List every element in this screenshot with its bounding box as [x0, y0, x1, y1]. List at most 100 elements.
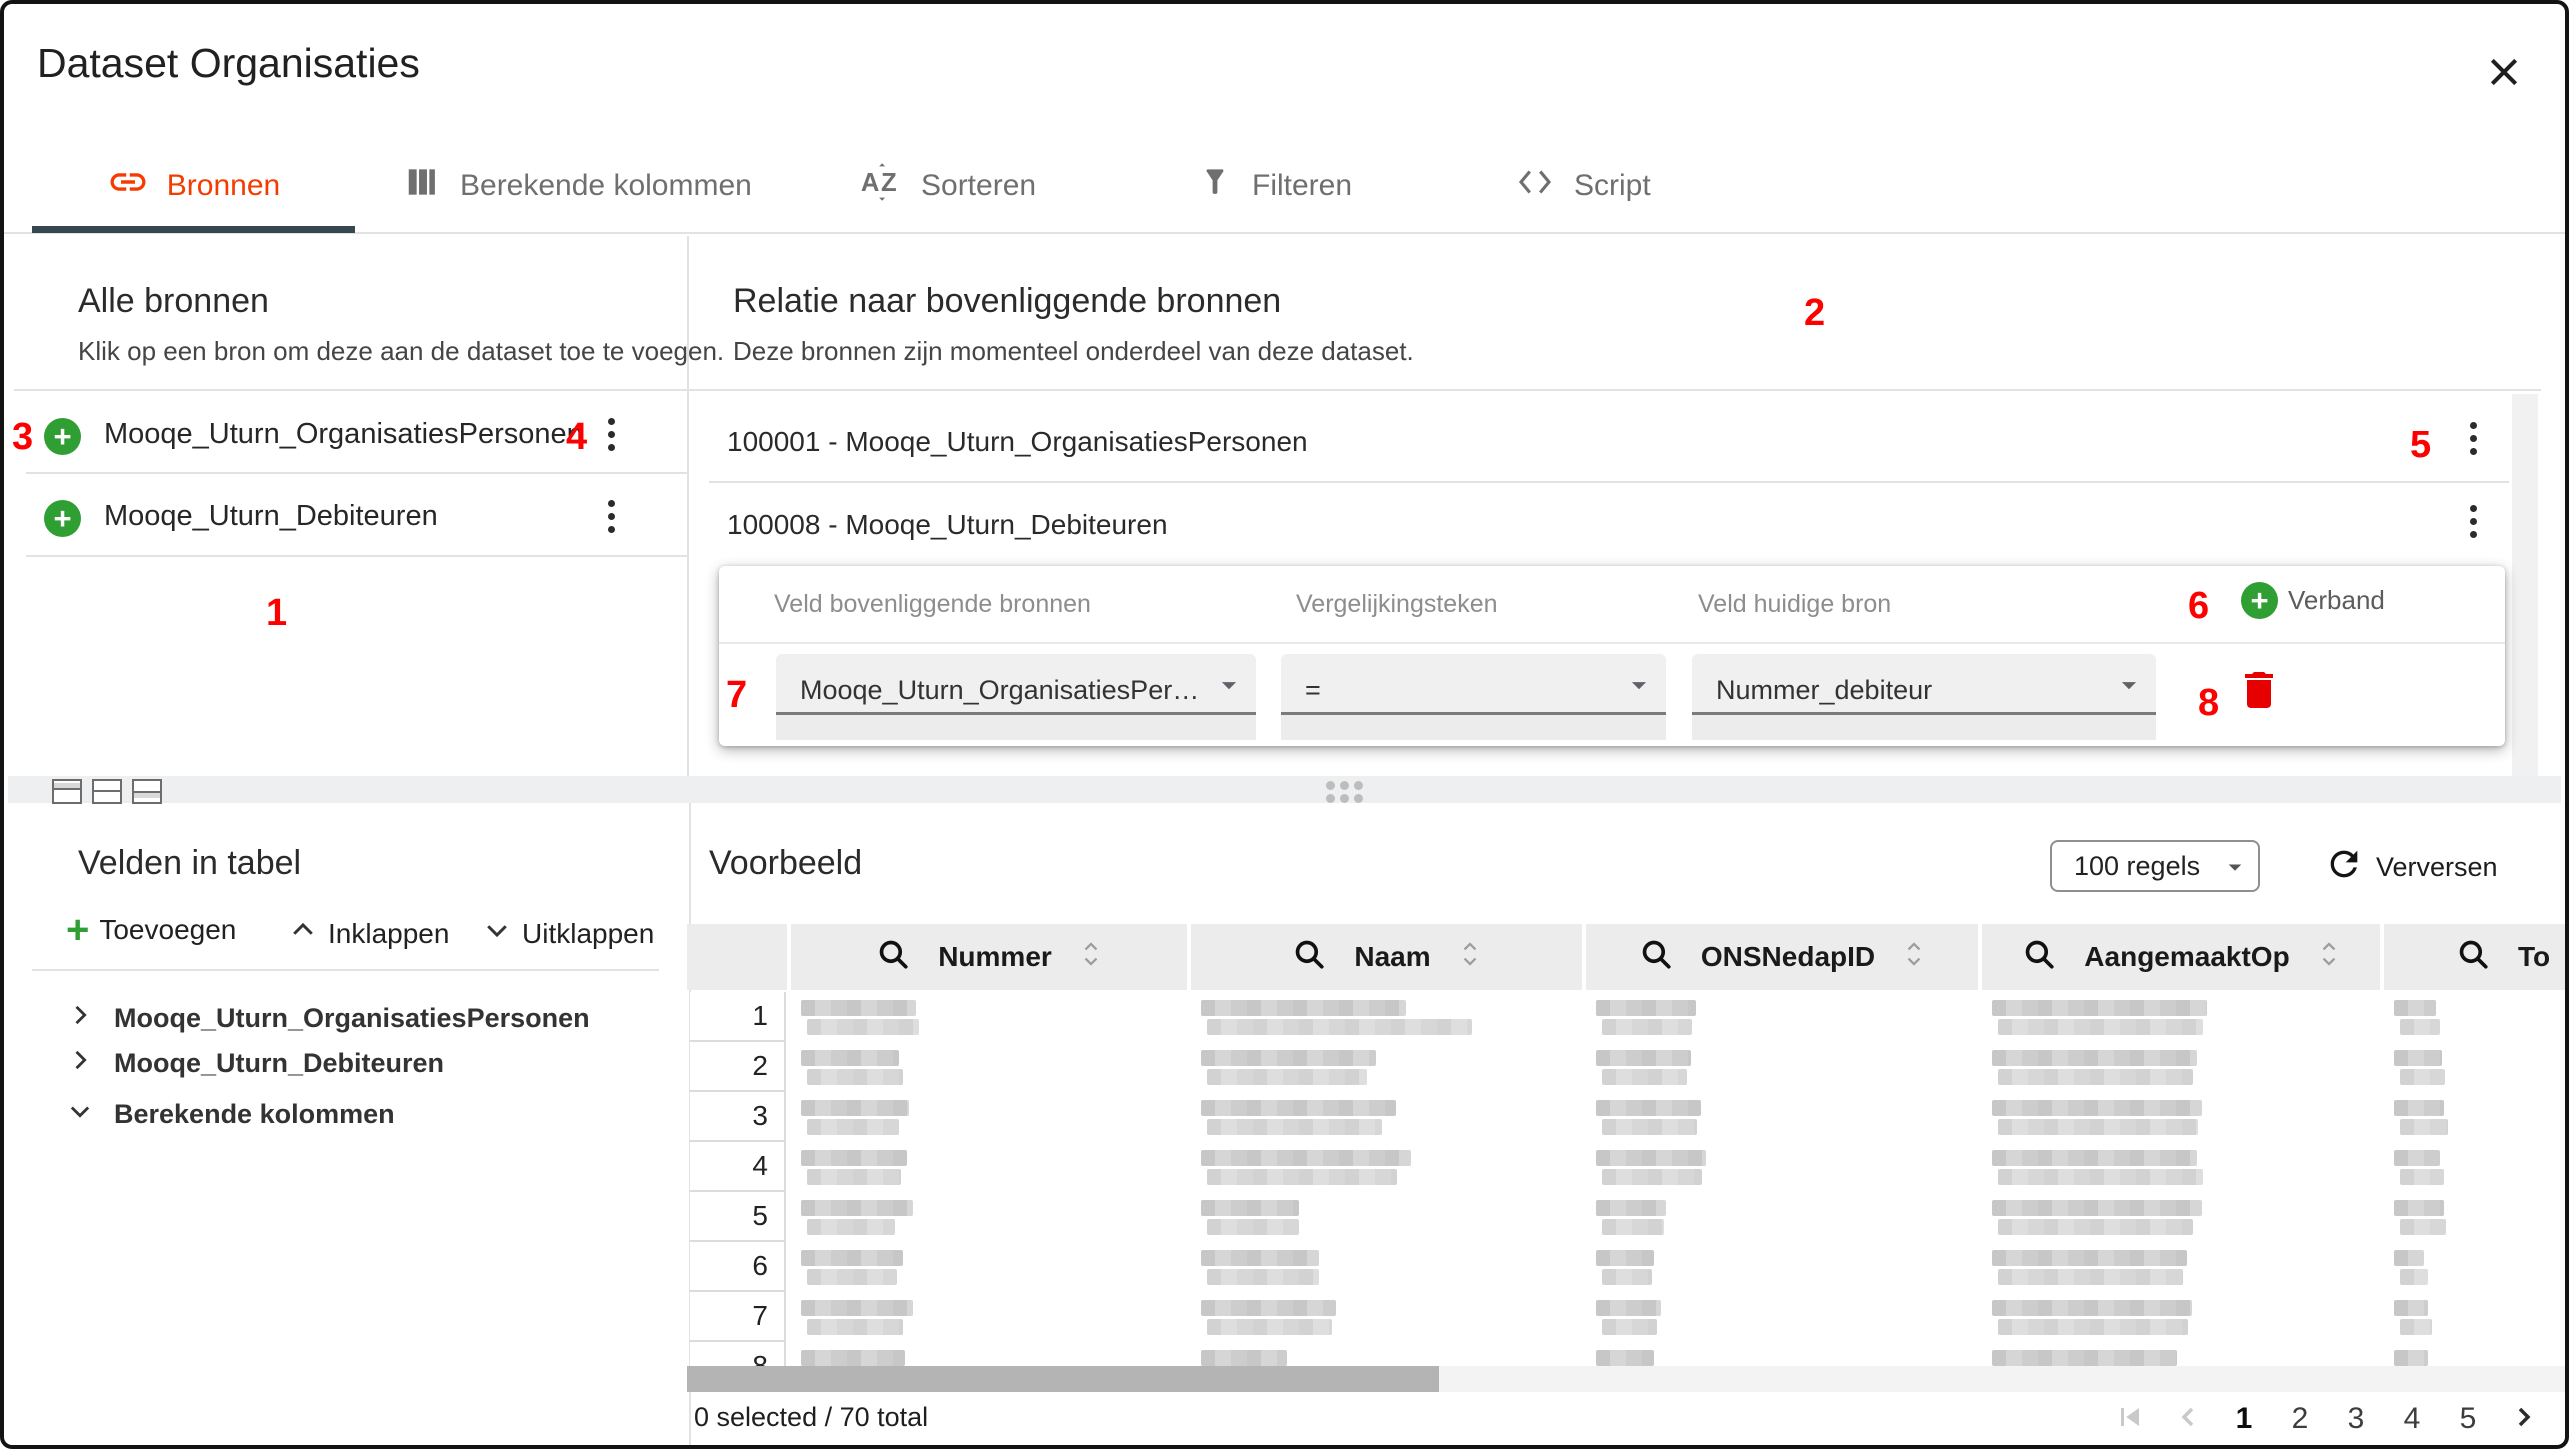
field-current-label: Veld huidige bron [1698, 590, 1891, 619]
divider [719, 642, 2505, 644]
redacted-cell [1207, 1219, 1299, 1235]
redacted-cell [801, 1100, 909, 1116]
last-page-icon[interactable] [2564, 1399, 2569, 1440]
redacted-cell [1602, 1119, 1697, 1135]
relation-row[interactable]: 100008 - Mooqe_Uturn_Debiteuren [727, 509, 1168, 541]
add-field-button[interactable]: + Toevoegen [66, 910, 236, 950]
collapse-all-button[interactable]: Inklappen [288, 910, 449, 957]
expand-all-label: Uitklappen [522, 918, 654, 950]
source-item-menu-icon[interactable] [606, 418, 616, 451]
redacted-cell [1201, 1050, 1376, 1066]
layout-top-icon[interactable] [52, 779, 82, 804]
header-cell-naam[interactable]: Naam [1191, 924, 1582, 990]
next-page-icon[interactable] [2508, 1401, 2540, 1438]
relations-scrollbar[interactable] [2512, 394, 2538, 776]
page-number[interactable]: 5 [2452, 1402, 2484, 1436]
chevron-down-icon [482, 910, 512, 957]
tab-sorteren[interactable]: A Z Sorteren [859, 142, 1036, 230]
panel-splitter[interactable] [8, 776, 2561, 803]
divider [709, 481, 2509, 483]
header-cell-truncated[interactable]: To [2384, 924, 2565, 990]
first-page-icon[interactable] [2112, 1399, 2148, 1440]
delete-relation-button[interactable] [2235, 666, 2283, 719]
operator-select[interactable]: = [1281, 654, 1666, 740]
search-icon[interactable] [1639, 937, 1673, 978]
sort-icon[interactable] [1080, 937, 1102, 978]
add-relation-button[interactable]: + Verband [2241, 582, 2385, 619]
redacted-cell [2394, 1050, 2442, 1066]
page-size-select[interactable]: 100 regels [2050, 840, 2260, 892]
page-number[interactable]: 1 [2228, 1402, 2260, 1436]
redacted-cell [1596, 1350, 1654, 1366]
dataset-dialog: Dataset Organisaties Bronnen Berekende k… [0, 0, 2569, 1449]
page-number[interactable]: 3 [2340, 1402, 2372, 1436]
chevron-up-icon [288, 910, 318, 957]
layout-bottom-icon[interactable] [132, 779, 162, 804]
redacted-cell [1207, 1169, 1397, 1185]
close-icon[interactable] [2484, 52, 2524, 97]
redacted-cell [2394, 1150, 2440, 1166]
header-cell-onsnedapid[interactable]: ONSNedapID [1586, 924, 1978, 990]
tab-filteren[interactable]: Filteren [1196, 142, 1352, 230]
redacted-cell [807, 1169, 901, 1185]
plus-icon: + [66, 910, 89, 950]
sort-icon[interactable] [1459, 937, 1481, 978]
chevron-right-icon [66, 1043, 94, 1084]
redacted-cell [2400, 1169, 2444, 1185]
page-number[interactable]: 2 [2284, 1402, 2316, 1436]
search-icon[interactable] [2456, 937, 2490, 978]
search-icon[interactable] [1292, 937, 1326, 978]
field-current-select[interactable]: Nummer_debiteur [1692, 654, 2156, 740]
chevron-down-icon [66, 1094, 94, 1135]
header-cell-nummer[interactable]: Nummer [791, 924, 1187, 990]
splitter-drag-handle[interactable] [1326, 781, 1363, 803]
plus-icon: + [44, 418, 81, 455]
horizontal-scrollbar[interactable] [687, 1366, 2565, 1392]
chevron-down-icon [2220, 852, 2250, 889]
tab-script[interactable]: Script [1514, 142, 1651, 230]
relation-row-menu-icon[interactable] [2468, 422, 2478, 455]
panel-divider [687, 236, 689, 776]
prev-page-icon[interactable] [2172, 1401, 2204, 1438]
redacted-cell [1596, 1300, 1661, 1316]
sort-icon[interactable] [1903, 937, 1925, 978]
refresh-button[interactable]: Verversen [2324, 844, 2498, 891]
tree-item-berekende-kolommen[interactable]: Berekende kolommen [66, 1094, 395, 1135]
relation-row-menu-icon[interactable] [2468, 505, 2478, 538]
relation-editor-card: Veld bovenliggende bronnen Vergelijkings… [719, 566, 2505, 746]
redacted-cell [1201, 1250, 1319, 1266]
tab-bronnen[interactable]: Bronnen [32, 142, 355, 230]
layout-split-icon[interactable] [92, 779, 122, 804]
refresh-label: Verversen [2376, 852, 2498, 883]
redacted-cell [801, 1000, 916, 1016]
tree-item-label: Mooqe_Uturn_OrganisatiesPersonen [114, 1003, 590, 1034]
relation-row[interactable]: 100001 - Mooqe_Uturn_OrganisatiesPersone… [727, 426, 1308, 458]
divider [32, 969, 659, 971]
trash-icon [2235, 701, 2283, 718]
expand-all-button[interactable]: Uitklappen [482, 910, 654, 957]
tree-item-organisatiespersonen[interactable]: Mooqe_Uturn_OrganisatiesPersonen [66, 998, 590, 1039]
tree-item-debiteuren[interactable]: Mooqe_Uturn_Debiteuren [66, 1043, 444, 1084]
redacted-cell [801, 1200, 913, 1216]
source-item[interactable]: Mooqe_Uturn_Debiteuren [104, 500, 438, 533]
plus-icon: + [44, 500, 81, 537]
row-number: 1 [690, 992, 786, 1042]
search-icon[interactable] [876, 937, 910, 978]
page-number[interactable]: 4 [2396, 1402, 2428, 1436]
field-parent-select[interactable]: Mooqe_Uturn_OrganisatiesPersonen … [776, 654, 1256, 740]
add-source-button[interactable]: + [44, 500, 81, 537]
redacted-cell [2394, 1100, 2444, 1116]
tab-berekende-kolommen[interactable]: Berekende kolommen [404, 142, 752, 230]
plus-icon: + [2241, 582, 2278, 619]
redacted-cell [1201, 1350, 1287, 1366]
annotation-6: 6 [2188, 587, 2209, 625]
add-source-button[interactable]: + [44, 418, 81, 455]
horizontal-scrollbar-thumb[interactable] [687, 1366, 1439, 1392]
header-cell-aangemaaktop[interactable]: AangemaaktOp [1982, 924, 2380, 990]
search-icon[interactable] [2022, 937, 2056, 978]
operator-label: Vergelijkingsteken [1296, 590, 1498, 619]
redacted-cell [2394, 1300, 2428, 1316]
sort-icon[interactable] [2318, 937, 2340, 978]
source-item-menu-icon[interactable] [606, 500, 616, 533]
source-item[interactable]: Mooqe_Uturn_OrganisatiesPersonen [104, 418, 583, 451]
